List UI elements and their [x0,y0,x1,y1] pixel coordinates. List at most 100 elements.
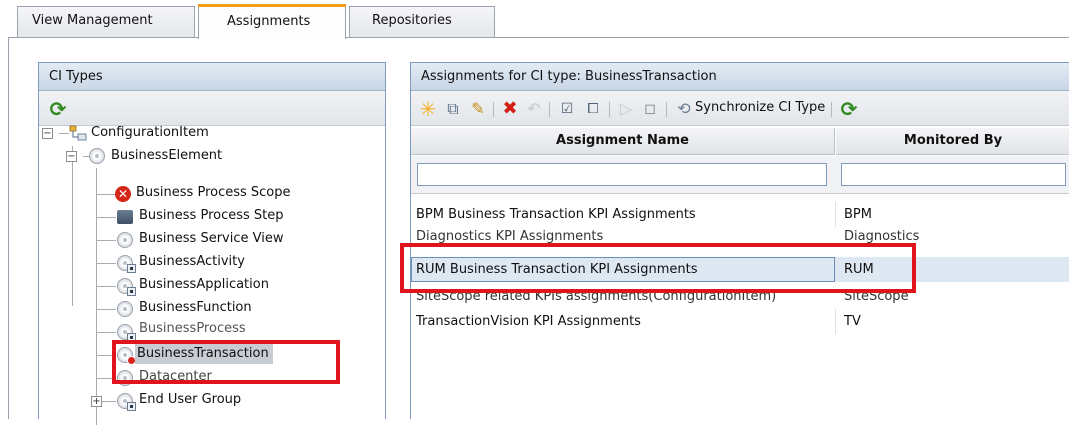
process-step-icon [117,210,133,224]
ci-type-icon [117,301,133,317]
monitored-by-filter-input[interactable] [841,163,1066,186]
tab-label: View Management [32,13,153,28]
ci-type-icon: ▪ [117,324,136,342]
toolbar-separator [831,102,832,117]
tree-connector [96,355,116,356]
new-assignment-icon[interactable]: ✳ [417,98,439,120]
tree-connector [96,378,116,379]
tree-node-label: BusinessFunction [139,300,252,315]
column-divider [835,257,836,282]
ci-type-icon: ▪ [117,278,136,296]
assignment-name-filter-input[interactable] [417,163,827,186]
collapse-icon[interactable]: − [42,128,53,139]
ci-types-panel: CI Types ⟳ − ConfigurationItem − Busines… [38,62,386,425]
column-divider [835,309,836,334]
tree-connector [96,194,116,195]
tree-node-label: End User Group [139,392,242,407]
configuration-item-icon [69,125,87,141]
synchronize-icon[interactable]: ⟲ [673,98,695,120]
tree-connector [96,240,116,241]
tree-connector [59,133,69,134]
tree-connector [96,263,116,264]
tree-node-label: BusinessElement [111,148,223,163]
assignment-name-cell: Diagnostics KPI Assignments [416,229,604,244]
expand-icon[interactable]: + [91,396,102,407]
tab-repositories[interactable]: Repositories [349,6,495,38]
tree-node-business-service-view[interactable]: Business Service View [137,229,288,249]
panel-title: CI Types [39,63,385,91]
refresh-icon[interactable]: ⟳ [838,98,860,120]
tree-node-business-process-scope[interactable]: Business Process Scope [134,183,295,203]
monitored-by-cell: RUM [844,262,874,277]
tree-connector [96,168,97,425]
tree-node-businessapplication[interactable]: BusinessApplication [137,275,273,295]
tree-node-configurationitem[interactable]: ConfigurationItem [89,123,213,143]
tree-node-businessfunction[interactable]: BusinessFunction [137,298,256,318]
check-assignments-icon[interactable]: ☑ [556,98,578,120]
stop-icon[interactable]: ◻ [639,98,661,120]
ci-type-icon [117,370,133,386]
copy-icon[interactable]: ⧉ [442,98,464,120]
column-header-assignment-name[interactable]: Assignment Name [411,128,835,155]
tree-connector [96,309,116,310]
delete-icon[interactable]: ✖ [499,98,521,120]
tree-node-label: Business Process Scope [136,185,291,200]
tree-node-businesselement[interactable]: BusinessElement [109,146,226,166]
tree-node-label: BusinessTransaction [137,346,269,361]
column-divider [835,202,836,227]
table-row[interactable]: Diagnostics KPI Assignments Diagnostics [411,227,1069,247]
assignment-name-cell: SiteScope related KPIs assignments(Confi… [416,289,777,304]
tree-node-label: BusinessActivity [139,254,245,269]
error-icon: ✕ [115,186,131,202]
assignment-name-cell: TransactionVision KPI Assignments [416,314,641,329]
assignment-name-cell: RUM Business Transaction KPI Assignments [411,257,835,282]
tab-label: Assignments [227,14,311,29]
undo-icon[interactable]: ↶ [523,98,545,120]
tab-assignments[interactable]: Assignments [198,4,346,39]
tree-connector [96,217,116,218]
tree-connector [96,332,116,333]
business-element-icon [89,148,105,164]
tab-label: Repositories [372,13,452,28]
tab-view-management[interactable]: View Management [17,6,195,38]
tree-node-label: Datacenter [139,369,212,384]
edit-icon[interactable]: ✎ [467,98,489,120]
table-row-selected[interactable]: RUM Business Transaction KPI Assignments… [411,257,1069,282]
tree-node-label: BusinessProcess [139,321,246,336]
monitored-by-cell: TV [844,314,861,329]
assignments-toolbar: ✳ ⧉ ✎ ✖ ↶ ☑ ⧠ ▷ ◻ ⟲ Synchronize CI Type … [411,91,1069,126]
toolbar-separator [493,102,494,117]
tree-node-label: Business Process Step [139,208,284,223]
synchronize-ci-type-button[interactable]: Synchronize CI Type [695,100,825,115]
play-icon[interactable]: ▷ [615,98,637,120]
table-row[interactable]: BPM Business Transaction KPI Assignments… [411,202,1069,227]
tree-connector [96,286,116,287]
toolbar-separator [666,102,667,117]
tree-node-businesstransaction[interactable]: BusinessTransaction [135,344,273,364]
tree-node-label: BusinessApplication [139,277,269,292]
ci-type-icon: ▪ [117,393,136,411]
tree-node-datacenter[interactable]: Datacenter [137,367,216,387]
tree-node-end-user-group[interactable]: End User Group [137,390,245,410]
assignment-name-cell: BPM Business Transaction KPI Assignments [416,207,696,222]
hierarchy-icon[interactable]: ⧠ [582,98,604,120]
tree-node-label: ConfigurationItem [91,125,209,140]
assignments-panel: Assignments for CI type: BusinessTransac… [410,62,1069,419]
tree-node-businessprocess[interactable]: BusinessProcess [137,319,250,339]
tree-node-business-process-step[interactable]: Business Process Step [137,206,288,226]
ci-type-icon: ▪ [117,255,136,273]
table-row[interactable]: SiteScope related KPIs assignments(Confi… [411,286,1069,306]
business-transaction-icon [117,347,136,365]
table-row[interactable]: TransactionVision KPI Assignments TV [411,309,1069,334]
collapse-icon[interactable]: − [66,151,77,162]
toolbar-separator [609,102,610,117]
monitored-by-cell: Diagnostics [844,229,920,244]
toolbar-separator [549,102,550,117]
refresh-icon[interactable]: ⟳ [47,98,69,120]
tree-node-label: Business Service View [139,231,284,246]
tree-node-businessactivity[interactable]: BusinessActivity [137,252,249,272]
tab-bar: View Management Assignments Repositories [0,0,1069,40]
column-header-monitored-by[interactable]: Monitored By [836,128,1069,155]
ci-type-icon [117,232,133,248]
tree-connector [72,146,73,306]
